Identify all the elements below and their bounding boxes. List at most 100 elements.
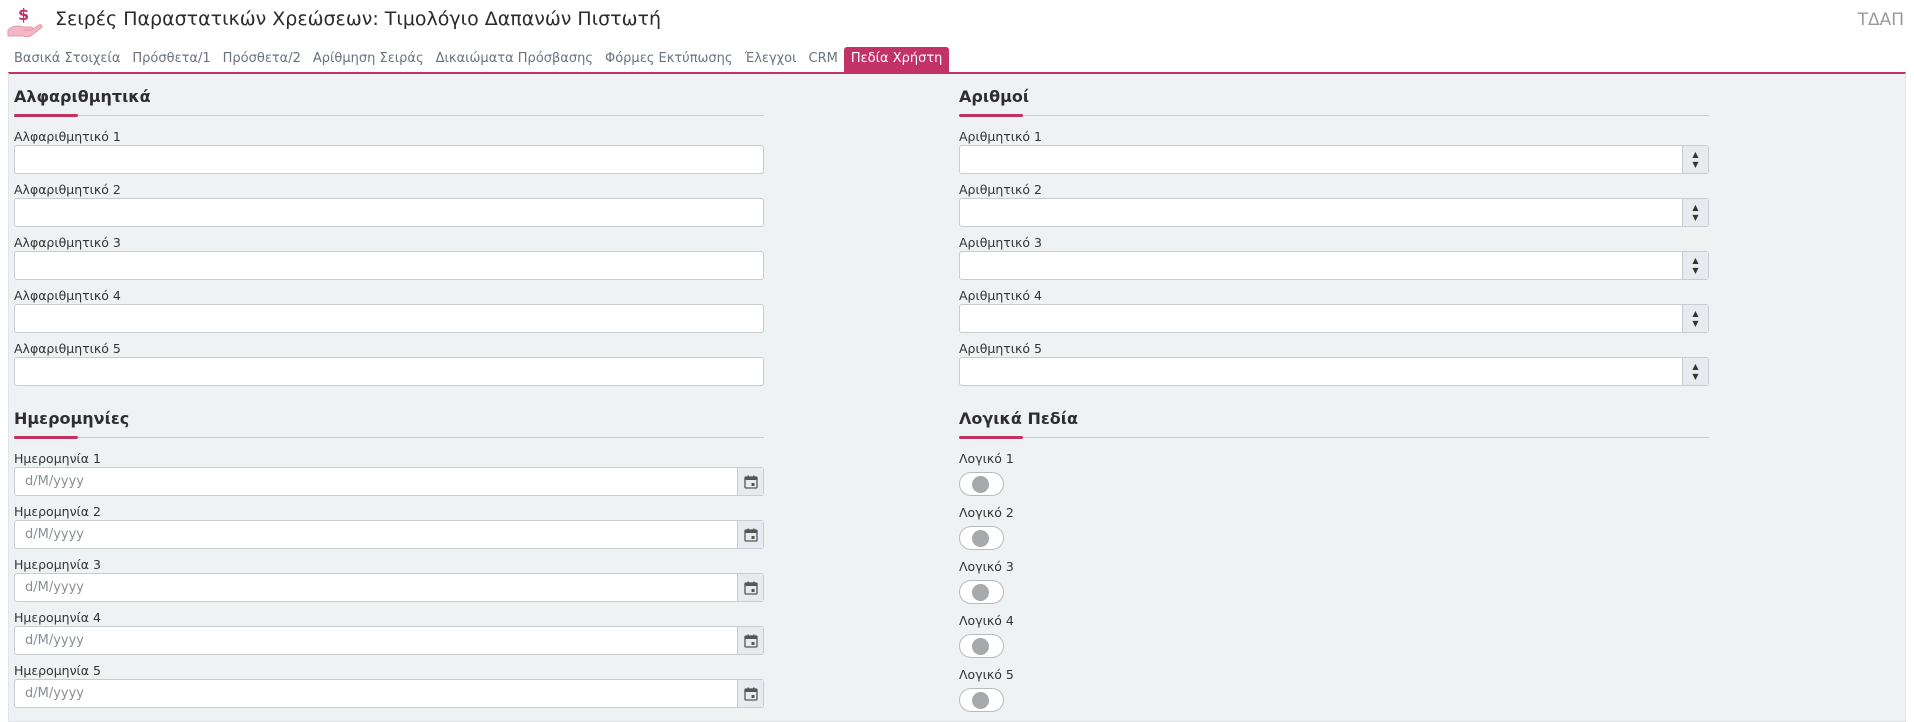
number-input-2[interactable]: ▲ ▼ bbox=[959, 198, 1709, 227]
tab-series-numbering[interactable]: Αρίθμηση Σειράς bbox=[307, 47, 430, 73]
tab-basic-info[interactable]: Βασικά Στοιχεία bbox=[8, 47, 126, 73]
field-label: Ημερομηνία 2 bbox=[14, 504, 101, 519]
field-label: Αριθμητικό 5 bbox=[959, 341, 1042, 356]
spinner: ▲ ▼ bbox=[1682, 199, 1708, 226]
date-placeholder: d/M/yyyy bbox=[25, 527, 85, 542]
spinner: ▲ ▼ bbox=[1682, 358, 1708, 385]
date-placeholder: d/M/yyyy bbox=[25, 580, 85, 595]
calendar-icon[interactable] bbox=[737, 680, 763, 707]
page-title: Σειρές Παραστατικών Χρεώσεων: Τιμολόγιο … bbox=[55, 8, 661, 30]
number-field-5: Αριθμητικό 5 ▲ ▼ bbox=[959, 341, 1709, 394]
calendar-icon[interactable] bbox=[737, 574, 763, 601]
section-title: Λογικά Πεδία bbox=[959, 409, 1078, 428]
boolean-toggle-5[interactable] bbox=[959, 688, 1004, 712]
alphanumeric-field-4: Αλφαριθμητικό 4 bbox=[14, 288, 764, 341]
section-divider bbox=[14, 431, 764, 441]
field-label: Αριθμητικό 2 bbox=[959, 182, 1042, 197]
spin-down-icon[interactable]: ▼ bbox=[1692, 266, 1698, 276]
date-input-4[interactable]: d/M/yyyy bbox=[14, 626, 764, 655]
spin-up-icon[interactable]: ▲ bbox=[1692, 362, 1698, 372]
alphanumeric-section: Αλφαριθμητικά Αλφαριθμητικό 1 Αλφαριθμητ… bbox=[14, 87, 764, 394]
alphanumeric-input-5[interactable] bbox=[14, 357, 764, 386]
date-input-5[interactable]: d/M/yyyy bbox=[14, 679, 764, 708]
spin-down-icon[interactable]: ▼ bbox=[1692, 319, 1698, 329]
toggle-knob bbox=[972, 692, 989, 709]
user-fields-panel: Αλφαριθμητικά Αλφαριθμητικό 1 Αλφαριθμητ… bbox=[8, 72, 1906, 722]
date-field-5: Ημερομηνία 5 d/M/yyyy bbox=[14, 663, 764, 716]
date-field-4: Ημερομηνία 4 d/M/yyyy bbox=[14, 610, 764, 663]
alphanumeric-field-5: Αλφαριθμητικό 5 bbox=[14, 341, 764, 394]
spinner: ▲ ▼ bbox=[1682, 305, 1708, 332]
field-label: Λογικό 3 bbox=[959, 559, 1014, 574]
date-placeholder: d/M/yyyy bbox=[25, 686, 85, 701]
tab-crm[interactable]: CRM bbox=[803, 47, 844, 73]
company-code: ΤΔΑΠ bbox=[1857, 10, 1904, 30]
svg-text:$: $ bbox=[18, 5, 29, 24]
toggle-knob bbox=[972, 530, 989, 547]
spin-up-icon[interactable]: ▲ bbox=[1692, 203, 1698, 213]
alphanumeric-input-4[interactable] bbox=[14, 304, 764, 333]
alphanumeric-input-3[interactable] bbox=[14, 251, 764, 280]
date-field-3: Ημερομηνία 3 d/M/yyyy bbox=[14, 557, 764, 610]
tab-user-fields[interactable]: Πεδία Χρήστη bbox=[843, 47, 950, 73]
boolean-toggle-4[interactable] bbox=[959, 634, 1004, 658]
field-label: Αριθμητικό 4 bbox=[959, 288, 1042, 303]
spin-up-icon[interactable]: ▲ bbox=[1692, 256, 1698, 266]
spin-down-icon[interactable]: ▼ bbox=[1692, 372, 1698, 382]
date-input-3[interactable]: d/M/yyyy bbox=[14, 573, 764, 602]
numbers-section: Αριθμοί Αριθμητικό 1 ▲ ▼ Αριθμητικό 2 ▲ … bbox=[959, 87, 1709, 394]
number-input-4[interactable]: ▲ ▼ bbox=[959, 304, 1709, 333]
section-divider bbox=[959, 431, 1709, 441]
spinner: ▲ ▼ bbox=[1682, 252, 1708, 279]
number-input-1[interactable]: ▲ ▼ bbox=[959, 145, 1709, 174]
date-input-2[interactable]: d/M/yyyy bbox=[14, 520, 764, 549]
hand-dollar-icon: $ bbox=[7, 5, 43, 38]
toggle-knob bbox=[972, 476, 989, 493]
field-label: Λογικό 1 bbox=[959, 451, 1014, 466]
boolean-field-5: Λογικό 5 bbox=[959, 667, 1709, 721]
tab-checks[interactable]: Έλεγχοι bbox=[739, 47, 803, 73]
calendar-icon[interactable] bbox=[737, 468, 763, 495]
alphanumeric-field-3: Αλφαριθμητικό 3 bbox=[14, 235, 764, 288]
number-input-5[interactable]: ▲ ▼ bbox=[959, 357, 1709, 386]
page-header: $ Σειρές Παραστατικών Χρεώσεων: Τιμολόγι… bbox=[0, 0, 1914, 44]
calendar-icon[interactable] bbox=[737, 627, 763, 654]
boolean-toggle-2[interactable] bbox=[959, 526, 1004, 550]
tab-additional-2[interactable]: Πρόσθετα/2 bbox=[217, 47, 307, 73]
boolean-field-1: Λογικό 1 bbox=[959, 451, 1709, 505]
spinner: ▲ ▼ bbox=[1682, 146, 1708, 173]
number-input-3[interactable]: ▲ ▼ bbox=[959, 251, 1709, 280]
section-divider bbox=[14, 109, 764, 119]
alphanumeric-input-1[interactable] bbox=[14, 145, 764, 174]
spin-down-icon[interactable]: ▼ bbox=[1692, 213, 1698, 223]
date-placeholder: d/M/yyyy bbox=[25, 474, 85, 489]
field-label: Αλφαριθμητικό 2 bbox=[14, 182, 121, 197]
field-label: Αλφαριθμητικό 4 bbox=[14, 288, 121, 303]
field-label: Λογικό 5 bbox=[959, 667, 1014, 682]
toggle-knob bbox=[972, 584, 989, 601]
boolean-field-4: Λογικό 4 bbox=[959, 613, 1709, 667]
tab-access-rights[interactable]: Δικαιώματα Πρόσβασης bbox=[430, 47, 599, 73]
date-input-1[interactable]: d/M/yyyy bbox=[14, 467, 764, 496]
section-title: Αριθμοί bbox=[959, 87, 1030, 106]
field-label: Αλφαριθμητικό 5 bbox=[14, 341, 121, 356]
date-field-2: Ημερομηνία 2 d/M/yyyy bbox=[14, 504, 764, 557]
tab-print-forms[interactable]: Φόρμες Εκτύπωσης bbox=[599, 47, 739, 73]
field-label: Λογικό 2 bbox=[959, 505, 1014, 520]
spin-up-icon[interactable]: ▲ bbox=[1692, 150, 1698, 160]
spin-down-icon[interactable]: ▼ bbox=[1692, 160, 1698, 170]
boolean-toggle-1[interactable] bbox=[959, 472, 1004, 496]
tab-additional-1[interactable]: Πρόσθετα/1 bbox=[126, 47, 216, 73]
boolean-toggle-3[interactable] bbox=[959, 580, 1004, 604]
alphanumeric-input-2[interactable] bbox=[14, 198, 764, 227]
tab-bar: Βασικά Στοιχεία Πρόσθετα/1 Πρόσθετα/2 Αρ… bbox=[8, 47, 950, 73]
number-field-1: Αριθμητικό 1 ▲ ▼ bbox=[959, 129, 1709, 182]
calendar-icon[interactable] bbox=[737, 521, 763, 548]
field-label: Ημερομηνία 3 bbox=[14, 557, 101, 572]
alphanumeric-field-1: Αλφαριθμητικό 1 bbox=[14, 129, 764, 182]
spin-up-icon[interactable]: ▲ bbox=[1692, 309, 1698, 319]
booleans-section: Λογικά Πεδία Λογικό 1 Λογικό 2 Λογικό 3 … bbox=[959, 409, 1709, 721]
field-label: Ημερομηνία 5 bbox=[14, 663, 101, 678]
alphanumeric-field-2: Αλφαριθμητικό 2 bbox=[14, 182, 764, 235]
toggle-knob bbox=[972, 638, 989, 655]
